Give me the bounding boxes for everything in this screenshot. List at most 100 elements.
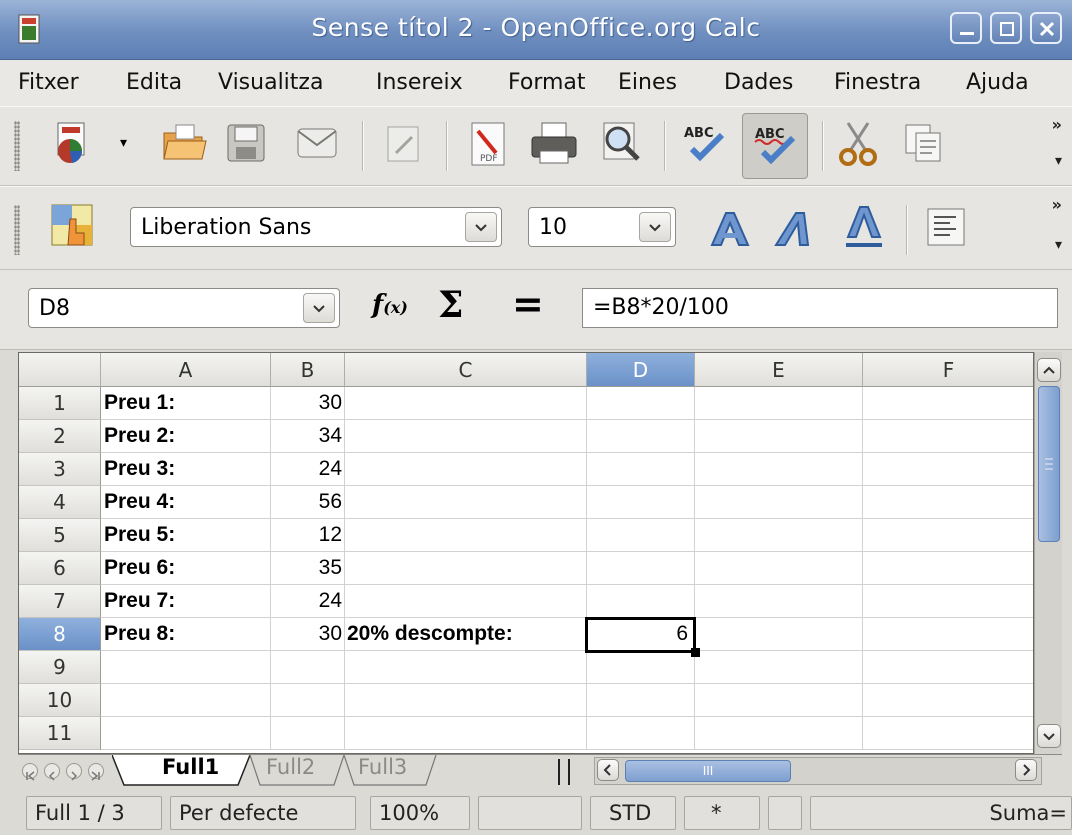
sum-icon[interactable]: Σ bbox=[438, 284, 463, 326]
cell-f1[interactable] bbox=[863, 387, 1033, 420]
column-header-d[interactable]: D bbox=[587, 353, 695, 387]
cell-b7[interactable]: 24 bbox=[271, 585, 345, 618]
toolbar-grip[interactable] bbox=[14, 205, 20, 255]
cell-b10[interactable] bbox=[271, 684, 345, 717]
close-button[interactable] bbox=[1030, 12, 1062, 44]
save-icon[interactable] bbox=[226, 123, 266, 163]
font-name-dropdown-button[interactable] bbox=[465, 212, 497, 242]
cell-a3[interactable]: Preu 3: bbox=[101, 453, 271, 486]
cell-b9[interactable] bbox=[271, 651, 345, 684]
scroll-left-button[interactable] bbox=[597, 759, 619, 781]
column-header-a[interactable]: A bbox=[101, 353, 271, 387]
cell-b2[interactable]: 34 bbox=[271, 420, 345, 453]
cell-e4[interactable] bbox=[695, 486, 863, 519]
menu-dades[interactable]: Dades bbox=[724, 70, 793, 95]
cell-c5[interactable] bbox=[345, 519, 587, 552]
menu-edita[interactable]: Edita bbox=[126, 70, 182, 95]
scroll-right-button[interactable] bbox=[1015, 759, 1037, 781]
cell-a10[interactable] bbox=[101, 684, 271, 717]
cell-b8[interactable]: 30 bbox=[271, 618, 345, 651]
cell-a8[interactable]: Preu 8: bbox=[101, 618, 271, 651]
cell-a2[interactable]: Preu 2: bbox=[101, 420, 271, 453]
cell-e7[interactable] bbox=[695, 585, 863, 618]
cell-a6[interactable]: Preu 6: bbox=[101, 552, 271, 585]
sheet-tab-full3[interactable]: Full3 bbox=[358, 755, 407, 785]
cell-f5[interactable] bbox=[863, 519, 1033, 552]
toolbar-overflow-icon[interactable]: » bbox=[1052, 195, 1062, 214]
cell-f4[interactable] bbox=[863, 486, 1033, 519]
cell-e11[interactable] bbox=[695, 717, 863, 750]
vertical-scrollbar[interactable] bbox=[1034, 352, 1062, 754]
open-folder-icon[interactable] bbox=[162, 123, 208, 163]
select-all-corner[interactable] bbox=[19, 353, 101, 387]
cell-f10[interactable] bbox=[863, 684, 1033, 717]
cell-b5[interactable]: 12 bbox=[271, 519, 345, 552]
row-header[interactable]: 3 bbox=[19, 453, 101, 486]
column-header-f[interactable]: F bbox=[863, 353, 1033, 387]
last-sheet-button[interactable] bbox=[88, 763, 104, 781]
menu-fitxer[interactable]: Fitxer bbox=[18, 70, 79, 95]
row-header[interactable]: 11 bbox=[19, 717, 101, 750]
column-header-b[interactable]: B bbox=[271, 353, 345, 387]
cell-c3[interactable] bbox=[345, 453, 587, 486]
cell-c11[interactable] bbox=[345, 717, 587, 750]
row-header[interactable]: 9 bbox=[19, 651, 101, 684]
column-header-c[interactable]: C bbox=[345, 353, 587, 387]
cell-f8[interactable] bbox=[863, 618, 1033, 651]
cell-e6[interactable] bbox=[695, 552, 863, 585]
cell-c7[interactable] bbox=[345, 585, 587, 618]
name-box-dropdown-button[interactable] bbox=[303, 293, 335, 323]
row-header[interactable]: 2 bbox=[19, 420, 101, 453]
cell-e5[interactable] bbox=[695, 519, 863, 552]
cell-f7[interactable] bbox=[863, 585, 1033, 618]
horizontal-scroll-thumb[interactable]: III bbox=[625, 760, 791, 782]
spreadsheet-grid[interactable]: A B C D E F 1 Preu 1: 30 2 Preu 2: 34 3 … bbox=[18, 352, 1034, 754]
cell-c9[interactable] bbox=[345, 651, 587, 684]
cell-b6[interactable]: 35 bbox=[271, 552, 345, 585]
menu-ajuda[interactable]: Ajuda bbox=[966, 70, 1029, 95]
cell-f11[interactable] bbox=[863, 717, 1033, 750]
export-pdf-icon[interactable]: PDF bbox=[468, 121, 508, 167]
sheet-tab-full2[interactable]: Full2 bbox=[266, 755, 315, 785]
cell-d4[interactable] bbox=[587, 486, 695, 519]
name-box[interactable]: D8 bbox=[28, 288, 340, 328]
font-size-dropdown-button[interactable] bbox=[639, 212, 671, 242]
row-header[interactable]: 5 bbox=[19, 519, 101, 552]
cell-e3[interactable] bbox=[695, 453, 863, 486]
vertical-scroll-thumb[interactable] bbox=[1038, 386, 1060, 542]
cell-c10[interactable] bbox=[345, 684, 587, 717]
toolbar-grip[interactable] bbox=[14, 121, 20, 171]
cell-f3[interactable] bbox=[863, 453, 1033, 486]
maximize-button[interactable] bbox=[990, 12, 1022, 44]
row-header[interactable]: 4 bbox=[19, 486, 101, 519]
menu-format[interactable]: Format bbox=[508, 70, 586, 95]
cell-e1[interactable] bbox=[695, 387, 863, 420]
sheet-tab-full1[interactable]: Full1 bbox=[162, 755, 219, 785]
cell-f6[interactable] bbox=[863, 552, 1033, 585]
email-icon[interactable] bbox=[296, 125, 338, 161]
fill-handle[interactable] bbox=[691, 648, 700, 657]
cell-d7[interactable] bbox=[587, 585, 695, 618]
first-sheet-button[interactable] bbox=[22, 763, 38, 781]
toolbar-menu-arrow-icon[interactable]: ▾ bbox=[1055, 153, 1062, 169]
align-left-icon[interactable] bbox=[926, 207, 966, 247]
equals-function-icon[interactable]: = bbox=[512, 282, 544, 326]
cell-d5[interactable] bbox=[587, 519, 695, 552]
status-signature-field[interactable] bbox=[768, 796, 802, 830]
spellcheck-icon[interactable]: ABC bbox=[682, 123, 728, 163]
formula-input[interactable]: =B8*20/100 bbox=[582, 288, 1058, 328]
edit-file-icon[interactable] bbox=[384, 125, 424, 163]
row-header[interactable]: 6 bbox=[19, 552, 101, 585]
cell-e9[interactable] bbox=[695, 651, 863, 684]
cell-d3[interactable] bbox=[587, 453, 695, 486]
print-preview-icon[interactable] bbox=[596, 121, 644, 165]
horizontal-scrollbar[interactable]: III bbox=[594, 757, 1042, 785]
menu-visualitza[interactable]: Visualitza bbox=[218, 70, 323, 95]
cell-b1[interactable]: 30 bbox=[271, 387, 345, 420]
status-page-style[interactable]: Per defecte bbox=[170, 796, 356, 830]
tab-splitter-handle[interactable] bbox=[558, 759, 570, 785]
cell-f2[interactable] bbox=[863, 420, 1033, 453]
prev-sheet-button[interactable] bbox=[44, 763, 60, 781]
cell-e8[interactable] bbox=[695, 618, 863, 651]
autospellcheck-button[interactable]: ABC bbox=[742, 113, 808, 179]
